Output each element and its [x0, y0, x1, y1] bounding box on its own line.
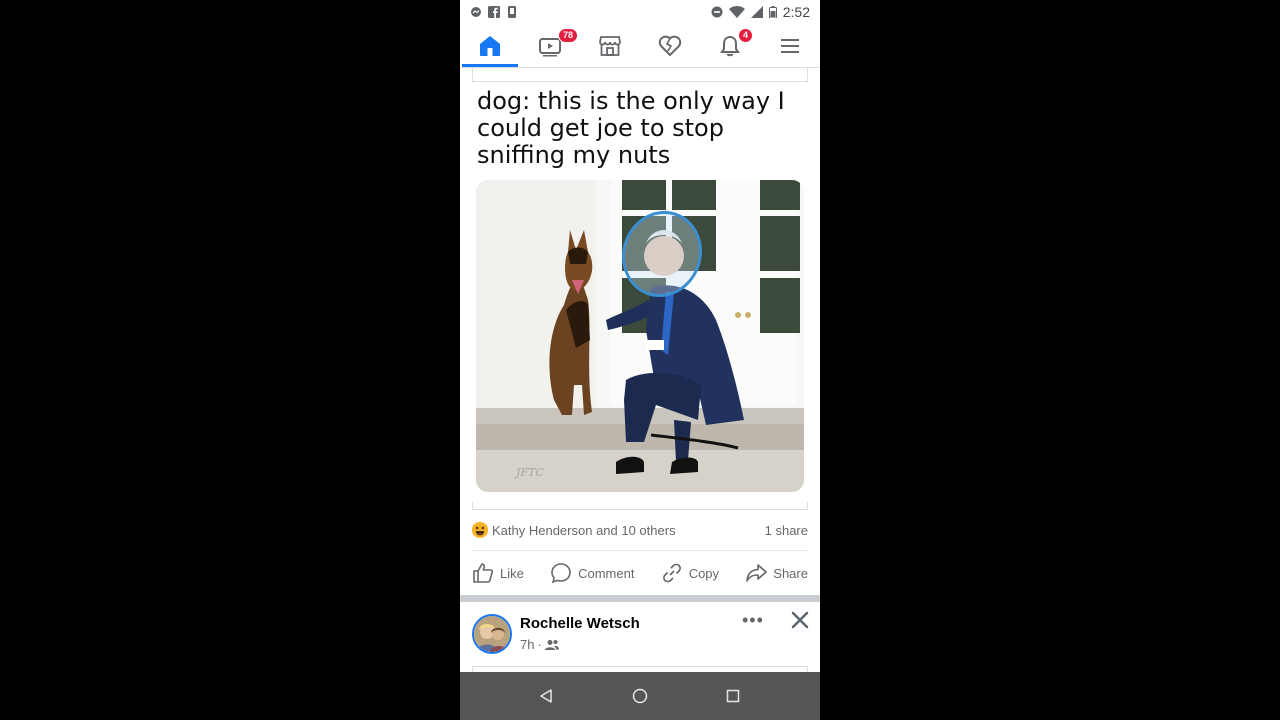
- back-icon[interactable]: [539, 688, 555, 704]
- post-meta: 7h ·: [520, 637, 559, 652]
- like-label: Like: [500, 565, 524, 581]
- share-icon: [746, 564, 768, 582]
- home-circle-icon[interactable]: [632, 688, 648, 704]
- tab-marketplace[interactable]: [580, 24, 640, 67]
- messenger-notification-icon: [471, 7, 481, 17]
- share-button[interactable]: Share: [745, 562, 808, 584]
- like-button[interactable]: Like: [472, 562, 524, 584]
- status-bar: 2:52: [460, 0, 820, 24]
- post-author[interactable]: Rochelle Wetsch: [520, 615, 640, 632]
- battery-icon: [768, 6, 777, 18]
- comment-icon: [551, 563, 571, 584]
- reactions-summary[interactable]: Kathy Henderson and 10 others 1 share: [472, 518, 808, 542]
- heart-icon: [658, 35, 682, 56]
- shares-count[interactable]: 1 share: [765, 523, 808, 538]
- meme-image[interactable]: JFTC: [476, 180, 804, 492]
- previous-card-edge: [472, 68, 808, 82]
- share-label: Share: [773, 565, 808, 581]
- tab-dating[interactable]: [640, 24, 700, 67]
- post-time[interactable]: 7h: [520, 637, 534, 652]
- do-not-disturb-icon: [711, 6, 723, 18]
- phone-screen: 2:52 78 4 dog: this is the only way I co…: [460, 0, 820, 720]
- avatar-photo: [474, 616, 510, 652]
- image-watermark: JFTC: [514, 466, 544, 479]
- tab-menu[interactable]: [760, 24, 820, 67]
- post-actions: Like Comment Copy Share: [472, 556, 808, 590]
- android-navigation-bar: [460, 672, 820, 720]
- tab-notifications[interactable]: 4: [700, 24, 760, 67]
- meme-caption: dog: this is the only way I could get jo…: [477, 87, 785, 169]
- recents-icon[interactable]: [725, 688, 741, 704]
- comment-label: Comment: [578, 565, 635, 581]
- tab-home[interactable]: [460, 24, 520, 67]
- divider: [472, 550, 808, 551]
- haha-reaction-icon: [472, 522, 488, 538]
- comment-button[interactable]: Comment: [550, 562, 634, 584]
- wifi-icon: [728, 6, 745, 18]
- home-icon: [480, 35, 500, 56]
- feed-separator: [460, 595, 820, 602]
- watch-badge: 78: [558, 28, 579, 43]
- phone-icon: [508, 6, 516, 18]
- close-icon[interactable]: [790, 610, 810, 630]
- avatar[interactable]: [472, 614, 512, 654]
- reactions-text[interactable]: Kathy Henderson and 10 others: [492, 523, 676, 538]
- facebook-nav-bar: 78 4: [460, 24, 820, 68]
- copy-button[interactable]: Copy: [661, 562, 719, 584]
- menu-icon: [781, 38, 799, 53]
- thumbs-up-icon: [473, 563, 494, 583]
- clock: 2:52: [782, 4, 810, 20]
- facebook-icon: [488, 6, 500, 18]
- meta-separator: ·: [537, 637, 542, 652]
- image-card-edge: [472, 502, 808, 510]
- more-options-button[interactable]: •••: [742, 610, 764, 631]
- notifications-badge: 4: [738, 28, 754, 43]
- friends-audience-icon: [544, 639, 559, 650]
- copy-label: Copy: [688, 565, 720, 581]
- link-icon: [662, 563, 681, 583]
- next-post-card: Rochelle Wetsch 7h · •••: [460, 602, 820, 674]
- store-icon: [599, 35, 621, 56]
- signal-icon: [750, 6, 763, 18]
- tab-watch[interactable]: 78: [520, 24, 580, 67]
- meme-illustration: JFTC: [476, 180, 804, 492]
